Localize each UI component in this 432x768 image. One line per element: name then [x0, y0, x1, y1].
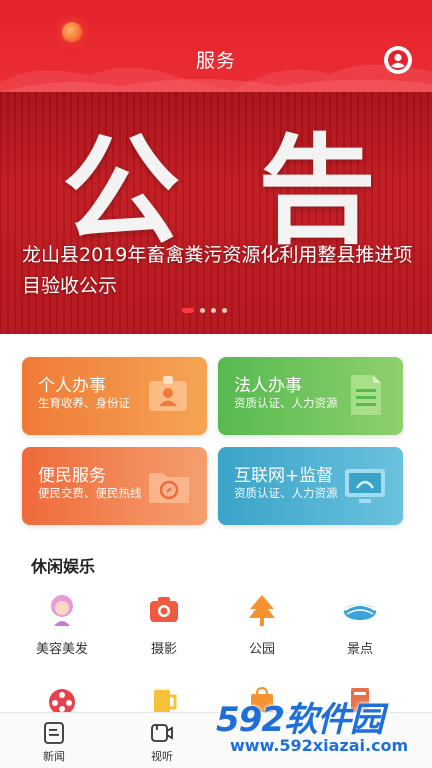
card-title: 便民服务 — [38, 466, 106, 486]
user-circle-icon — [388, 50, 408, 70]
scenic-icon — [344, 604, 376, 620]
leisure-item-park[interactable]: 公园 — [208, 592, 316, 657]
card-subtitle: 资质认证、人力资源 — [234, 396, 338, 410]
pagination-dot[interactable] — [222, 308, 227, 313]
leisure-item-beauty[interactable]: 美容美发 — [8, 592, 116, 657]
leisure-item-photography[interactable]: 摄影 — [110, 592, 218, 657]
card-title: 互联网+监督 — [234, 466, 334, 486]
announcement-banner[interactable]: 公 告 龙山县2019年畜禽粪污资源化利用整县推进项目验收公示 — [0, 92, 432, 334]
nav-item-news[interactable]: 新闻 — [24, 721, 84, 764]
document-icon — [351, 375, 381, 415]
legal-affairs-card[interactable]: 法人办事 资质认证、人力资源 — [218, 357, 403, 435]
banner-big-char: 公 — [62, 121, 181, 260]
watermark-url: www.592xiazai.com — [230, 736, 409, 755]
pagination-dot[interactable] — [211, 308, 216, 313]
app-header: 服务 — [0, 0, 432, 92]
card-subtitle: 生育收养、身份证 — [38, 396, 130, 410]
id-card-icon — [149, 376, 187, 411]
page-title: 服务 — [195, 50, 236, 72]
pagination-dot[interactable] — [200, 308, 205, 313]
nav-label: 新闻 — [43, 750, 65, 763]
leisure-section-title: 休闲娱乐 — [31, 557, 96, 576]
card-title: 法人办事 — [234, 376, 302, 396]
nav-label: 视听 — [151, 750, 173, 763]
personal-affairs-card[interactable]: 个人办事 生育收养、身份证 — [22, 357, 207, 435]
internet-supervision-card[interactable]: 互联网+监督 资质认证、人力资源 — [218, 447, 403, 525]
user-profile-button[interactable] — [384, 46, 412, 74]
pagination-dot-active[interactable] — [182, 308, 194, 313]
folder-compass-icon — [149, 473, 189, 503]
nav-item-video[interactable]: 视听 — [132, 721, 192, 764]
leisure-item-label: 摄影 — [150, 642, 177, 657]
beauty-icon — [51, 595, 73, 626]
header-sun-decoration — [62, 22, 82, 42]
banner-caption: 龙山县2019年畜禽粪污资源化利用整县推进项目验收公示 — [22, 244, 413, 297]
camera-icon — [150, 597, 178, 622]
site-watermark: 592软件园 www.592xiazai.com — [212, 692, 430, 764]
convenience-services-card[interactable]: 便民服务 便民交费、便民热线 — [22, 447, 207, 525]
leisure-item-label: 美容美发 — [35, 642, 88, 657]
card-title: 个人办事 — [38, 376, 106, 396]
leisure-item-label: 景点 — [346, 642, 373, 657]
card-subtitle: 便民交费、便民热线 — [38, 486, 142, 500]
leisure-item-label: 公园 — [248, 642, 275, 657]
watermark-brand: 592软件园 — [216, 700, 384, 740]
banner-pagination — [182, 308, 227, 313]
card-subtitle: 资质认证、人力资源 — [234, 486, 338, 500]
tree-icon — [249, 595, 275, 626]
banner-big-char: 告 — [258, 121, 377, 260]
monitor-icon — [345, 469, 385, 503]
leisure-item-scenic[interactable]: 景点 — [306, 592, 414, 657]
news-icon — [44, 722, 64, 744]
video-icon — [151, 724, 173, 742]
